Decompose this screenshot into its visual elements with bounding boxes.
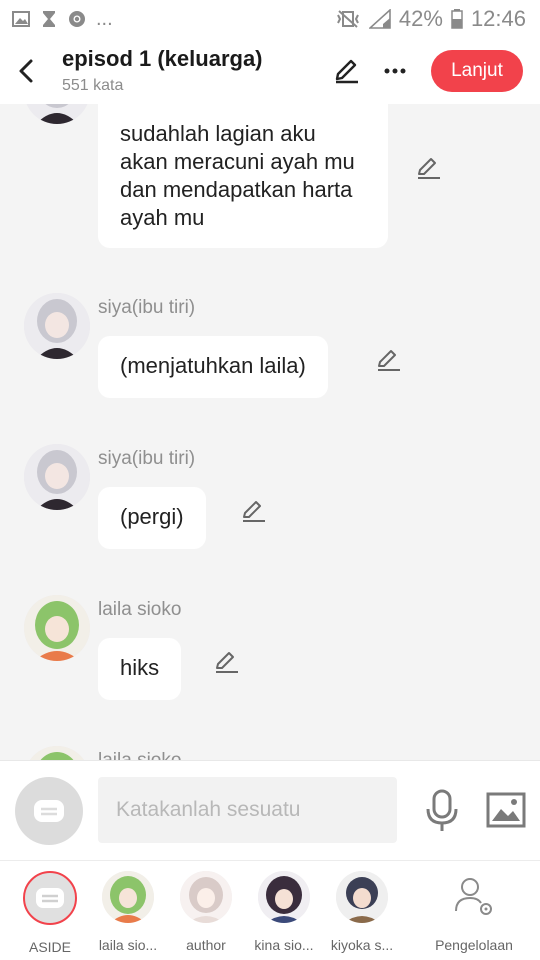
status-right: 42% 12:46 xyxy=(335,6,526,32)
character-label: kina sio... xyxy=(254,937,314,953)
edit-message-icon[interactable] xyxy=(416,155,442,181)
more-options-button[interactable] xyxy=(375,51,415,91)
laila-avatar xyxy=(102,871,154,923)
author-avatar xyxy=(180,871,232,923)
kiyoka-avatar xyxy=(336,871,388,923)
laila-portrait xyxy=(102,871,154,923)
character-aside[interactable]: ASIDE xyxy=(10,871,90,955)
message-bubble[interactable]: (menjatuhkan laila) xyxy=(98,336,328,398)
aside-toggle-button[interactable] xyxy=(15,777,83,845)
back-button[interactable] xyxy=(2,41,50,101)
manage-characters-button[interactable]: Pengelolaan xyxy=(424,871,524,953)
kina-avatar xyxy=(258,871,310,923)
message-bubble[interactable]: (pergi) xyxy=(98,487,206,549)
kiyoka-portrait xyxy=(336,871,388,923)
chat-bubble-icon xyxy=(36,888,64,908)
gallery-notification-icon xyxy=(12,11,30,27)
status-bar: ... 42% 12:46 xyxy=(0,0,540,38)
title-block: episod 1 (keluarga) 551 kata xyxy=(50,46,327,96)
character-bar: ASIDE laila sio... author kina sio... ki… xyxy=(0,860,540,960)
chat-bubble-icon xyxy=(34,800,64,822)
input-bar xyxy=(0,760,540,860)
edit-message-icon[interactable] xyxy=(241,498,267,524)
character-label: laila sio... xyxy=(98,937,158,953)
more-dots-icon xyxy=(384,68,406,74)
word-count: 551 kata xyxy=(62,77,124,94)
siya-avatar[interactable] xyxy=(24,104,90,124)
speaker-name: siya(ibu tiri) xyxy=(98,448,196,469)
next-button[interactable]: Lanjut xyxy=(431,50,523,92)
laila-portrait xyxy=(24,595,90,661)
edit-title-button[interactable] xyxy=(327,51,367,91)
siya-avatar[interactable] xyxy=(24,444,90,510)
character-label: author xyxy=(186,937,226,953)
pencil-icon xyxy=(335,59,358,84)
battery-icon xyxy=(451,9,463,29)
image-icon[interactable] xyxy=(486,791,526,829)
clock: 12:46 xyxy=(470,6,526,31)
status-dots: ... xyxy=(96,7,113,30)
siya-portrait xyxy=(24,104,90,124)
hourglass-notification-icon xyxy=(43,11,55,27)
battery-percent: 42% xyxy=(398,6,443,31)
siya-avatar[interactable] xyxy=(24,293,90,359)
character-author[interactable]: author xyxy=(166,871,246,953)
user-settings-icon xyxy=(455,878,492,915)
message-bubble[interactable]: hiks xyxy=(98,638,182,700)
character-kiyoka[interactable]: kiyoka s... xyxy=(322,871,402,953)
edit-message-icon[interactable] xyxy=(214,649,240,675)
speaker-name: siya(ibu tiri) xyxy=(98,297,196,318)
author-portrait xyxy=(180,871,232,923)
mute-vibrate-icon xyxy=(336,10,359,28)
kina-portrait xyxy=(258,871,310,923)
chevron-left-icon xyxy=(19,59,33,83)
siya-portrait xyxy=(24,293,90,359)
status-left: ... xyxy=(12,8,113,31)
header: episod 1 (keluarga) 551 kata Lanjut xyxy=(0,38,540,104)
chrome-notification-icon xyxy=(69,11,85,27)
character-laila[interactable]: laila sio... xyxy=(88,871,168,953)
laila-avatar[interactable] xyxy=(24,746,90,760)
signal-icon xyxy=(368,9,391,29)
character-label: kiyoka s... xyxy=(330,937,394,953)
aside-avatar xyxy=(23,871,77,925)
episode-title: episod 1 (keluarga) xyxy=(62,46,263,71)
message-bubble[interactable]: sudahlah lagian aku akan meracuni ayah m… xyxy=(98,104,388,248)
character-label: ASIDE xyxy=(28,939,71,955)
siya-portrait xyxy=(24,444,90,510)
laila-portrait xyxy=(24,746,90,760)
edit-message-icon[interactable] xyxy=(376,347,402,373)
microphone-icon[interactable] xyxy=(424,789,460,833)
character-kina[interactable]: kina sio... xyxy=(244,871,324,953)
message-input[interactable] xyxy=(98,777,397,843)
speaker-name: laila sioko xyxy=(98,750,181,760)
manage-icon-wrap xyxy=(448,871,500,923)
speaker-name: laila sioko xyxy=(98,599,182,620)
chat-area[interactable]: sudahlah lagian aku akan meracuni ayah m… xyxy=(0,104,540,760)
character-label: Pengelolaan xyxy=(435,937,513,953)
laila-avatar[interactable] xyxy=(24,595,90,661)
